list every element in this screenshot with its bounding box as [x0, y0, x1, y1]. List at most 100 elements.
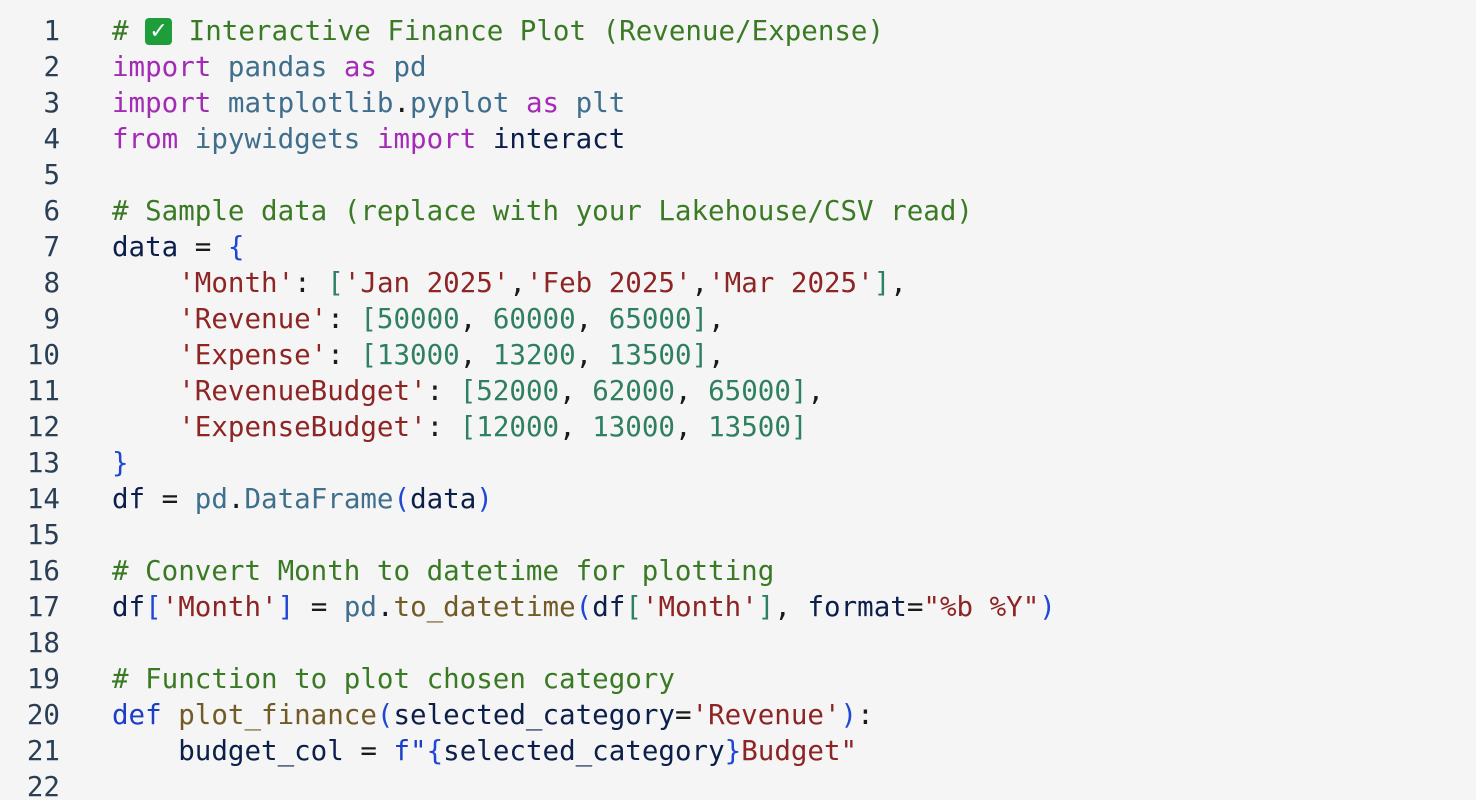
- code-token: # Function to plot chosen category: [112, 663, 675, 695]
- code-token: 'Month': [161, 591, 278, 623]
- code-token: 62000: [592, 375, 675, 407]
- code-token: df: [112, 591, 146, 623]
- code-token: :: [426, 411, 460, 443]
- code-token: DataFrame: [244, 483, 394, 515]
- line-number: 10: [26, 339, 60, 371]
- line-number: 11: [26, 375, 60, 407]
- code-text: # ✓ Interactive Finance Plot (Revenue/Ex…: [112, 13, 884, 49]
- code-token: 'Revenue': [691, 699, 841, 731]
- code-token: ,: [774, 591, 808, 623]
- code-token: to_datetime: [393, 591, 576, 623]
- code-token: 'Expense': [178, 339, 328, 371]
- code-line[interactable]: 12 'ExpenseBudget': [12000, 13000, 13500…: [0, 409, 1476, 445]
- code-token: (: [376, 699, 394, 731]
- line-number: 12: [26, 411, 60, 443]
- code-editor[interactable]: 1 # ✓ Interactive Finance Plot (Revenue/E…: [0, 0, 1476, 800]
- code-line[interactable]: 7 data = {: [0, 229, 1476, 265]
- code-token: ]: [277, 591, 295, 623]
- code-line[interactable]: 13}: [0, 445, 1476, 481]
- code-text: df['Month'] = pd.to_datetime(df['Month']…: [112, 589, 1056, 625]
- code-text: 'Revenue': [50000, 60000, 65000],: [112, 301, 724, 337]
- code-token: }: [112, 447, 129, 479]
- code-line[interactable]: 9 'Revenue': [50000, 60000, 65000],: [0, 301, 1476, 337]
- line-number: 22: [26, 771, 60, 800]
- code-token: 'Mar 2025': [708, 267, 874, 299]
- line-number: 20: [26, 699, 60, 731]
- code-token: ]: [757, 591, 775, 623]
- line-number: 21: [26, 735, 60, 767]
- code-token: 13000: [592, 411, 675, 443]
- code-token: 'Month': [178, 267, 295, 299]
- code-line[interactable]: 1 # ✓ Interactive Finance Plot (Revenue/E…: [0, 13, 1476, 49]
- code-token: f": [393, 735, 427, 767]
- code-token: import: [112, 51, 212, 83]
- code-line[interactable]: 6 # Sample data (replace with your Lakeho…: [0, 193, 1476, 229]
- code-token: #: [112, 15, 146, 47]
- code-line[interactable]: 19 # Function to plot chosen category: [0, 661, 1476, 697]
- code-line[interactable]: 5: [0, 157, 1476, 193]
- code-text: 'ExpenseBudget': [12000, 13000, 13500]: [112, 409, 807, 445]
- check-mark-icon: ✓: [145, 18, 173, 45]
- line-number: 4: [43, 123, 60, 155]
- code-token: pd: [393, 51, 427, 83]
- code-text: import pandas as pd: [112, 49, 427, 85]
- code-token: 'ExpenseBudget': [178, 411, 427, 443]
- code-token: pd: [194, 483, 228, 515]
- code-line[interactable]: 20 def plot_finance(selected_category='Re…: [0, 697, 1476, 733]
- code-text: from ipywidgets import interact: [112, 121, 625, 157]
- line-number: 1: [43, 15, 60, 47]
- code-line[interactable]: 10 'Expense': [13000, 13200, 13500],: [0, 337, 1476, 373]
- line-number: 18: [26, 627, 60, 659]
- code-token: 'RevenueBudget': [178, 375, 427, 407]
- line-number: 9: [43, 303, 60, 335]
- code-line[interactable]: 22: [0, 769, 1476, 800]
- line-number: 3: [43, 87, 60, 119]
- code-line[interactable]: 11 'RevenueBudget': [52000, 62000, 65000…: [0, 373, 1476, 409]
- code-token: =: [906, 591, 924, 623]
- code-line[interactable]: 15: [0, 517, 1476, 553]
- code-token: interact: [492, 123, 626, 155]
- code-line[interactable]: 2 import pandas as pd: [0, 49, 1476, 85]
- code-token: ,: [459, 303, 493, 335]
- code-line[interactable]: 16 # Convert Month to datetime for plotti…: [0, 553, 1476, 589]
- code-token: 13200: [492, 339, 576, 371]
- code-token: budget_col: [178, 735, 344, 767]
- code-token: data: [112, 231, 179, 263]
- code-line[interactable]: 3 import matplotlib.pyplot as plt: [0, 85, 1476, 121]
- code-token: # Convert Month to datetime for plotting: [112, 555, 775, 587]
- code-token: 60000: [492, 303, 576, 335]
- code-text: }: [112, 445, 129, 481]
- code-line[interactable]: 8 'Month': ['Jan 2025','Feb 2025','Mar 2…: [0, 265, 1476, 301]
- code-token: ,: [890, 267, 907, 299]
- code-text: import matplotlib.pyplot as plt: [112, 85, 625, 121]
- code-token: ,: [559, 375, 593, 407]
- code-line[interactable]: 4 from ipywidgets import interact: [0, 121, 1476, 157]
- code-token: 'Jan 2025': [343, 267, 510, 299]
- code-token: =: [294, 591, 344, 623]
- line-number: 13: [26, 447, 60, 479]
- code-line[interactable]: 14 df = pd.DataFrame(data): [0, 481, 1476, 517]
- line-number: 14: [26, 483, 60, 515]
- code-line[interactable]: 17 df['Month'] = pd.to_datetime(df['Month…: [0, 589, 1476, 625]
- code-token: ipywidgets: [194, 123, 361, 155]
- code-text: # Sample data (replace with your Lakehou…: [112, 193, 973, 229]
- code-token: }: [724, 735, 742, 767]
- code-token: (: [575, 591, 593, 623]
- code-token: [50000: [360, 303, 460, 335]
- code-token: 65000]: [708, 375, 808, 407]
- code-line[interactable]: 21 budget_col = f"{selected_category}Bud…: [0, 733, 1476, 769]
- code-token: df: [592, 591, 626, 623]
- code-token: 'Feb 2025': [525, 267, 692, 299]
- code-token: from: [112, 123, 179, 155]
- code-token: 13500]: [708, 411, 808, 443]
- code-line[interactable]: 18: [0, 625, 1476, 661]
